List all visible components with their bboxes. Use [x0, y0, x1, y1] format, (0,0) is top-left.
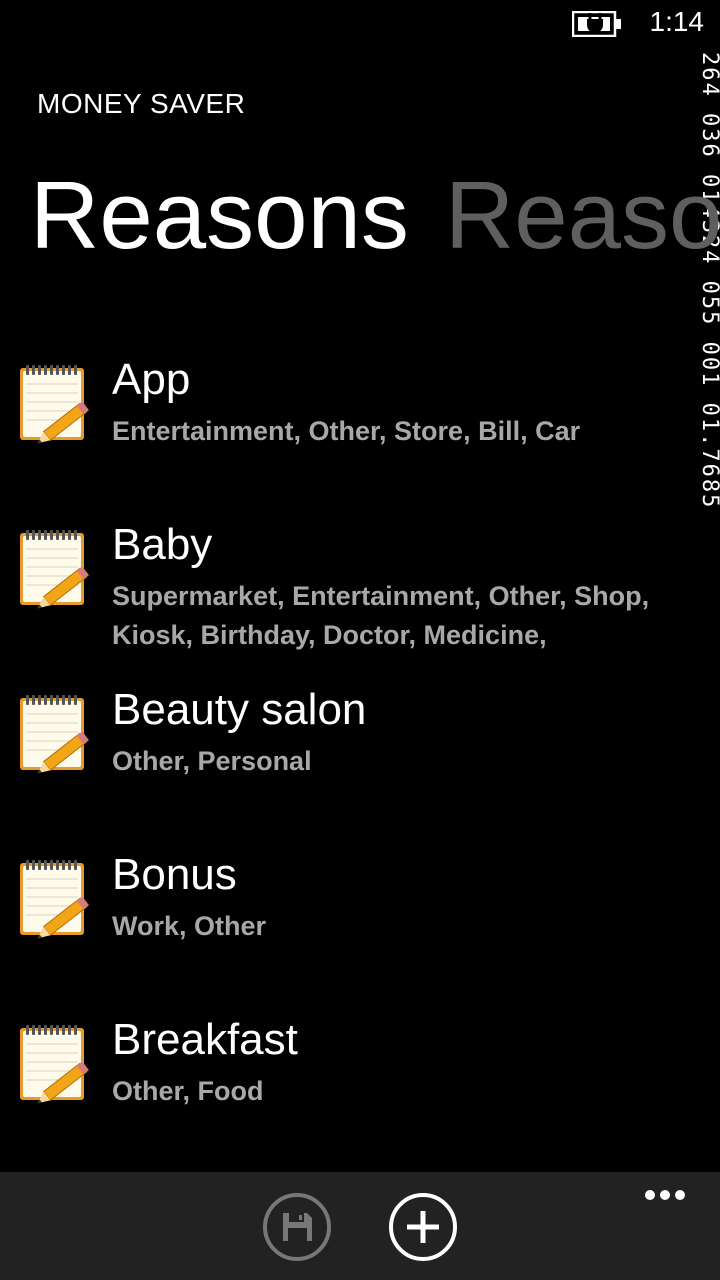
item-categories: Supermarket, Entertainment, Other, Shop,…	[112, 581, 650, 650]
ellipsis-icon[interactable]	[640, 1180, 690, 1210]
item-categories: Entertainment, Other, Store, Bill, Car	[112, 416, 581, 446]
item-categories: Work, Other	[112, 911, 267, 941]
add-button[interactable]	[388, 1192, 458, 1262]
save-button[interactable]	[262, 1192, 332, 1262]
app-title: MONEY SAVER	[37, 88, 246, 119]
item-title: Baby	[112, 520, 213, 569]
item-title: App	[112, 355, 191, 404]
list-item[interactable]: Beauty salon Other, Personal	[0, 680, 700, 845]
status-bar: 1:14	[0, 0, 720, 48]
item-categories: Other, Personal	[112, 746, 312, 776]
application-bar	[0, 1172, 720, 1280]
list-item[interactable]: Breakfast Other, Food	[0, 1010, 700, 1175]
add-icon	[407, 1211, 439, 1243]
item-categories: Other, Food	[112, 1076, 264, 1106]
item-title: Beauty salon	[112, 685, 367, 734]
notepad-pencil-icon	[18, 362, 96, 444]
clock: 1:14	[649, 6, 705, 37]
battery-charging-icon	[572, 11, 621, 37]
list-item[interactable]: App Entertainment, Other, Store, Bill, C…	[0, 350, 700, 515]
list-item[interactable]: Bonus Work, Other	[0, 845, 700, 1010]
notepad-pencil-icon	[18, 527, 96, 609]
notepad-pencil-icon	[18, 692, 96, 774]
reasons-list: App Entertainment, Other, Store, Bill, C…	[0, 350, 700, 1175]
save-icon	[283, 1213, 312, 1241]
item-title: Breakfast	[112, 1015, 298, 1064]
notepad-pencil-icon	[18, 1022, 96, 1104]
pivot-header: Reasons Reaso	[30, 168, 720, 264]
notepad-pencil-icon	[18, 857, 96, 939]
list-item[interactable]: Baby Supermarket, Entertainment, Other, …	[0, 515, 700, 680]
pivot-item-reasons[interactable]: Reasons	[30, 162, 409, 269]
pivot-item-next[interactable]: Reaso	[445, 162, 720, 269]
item-title: Bonus	[112, 850, 237, 899]
